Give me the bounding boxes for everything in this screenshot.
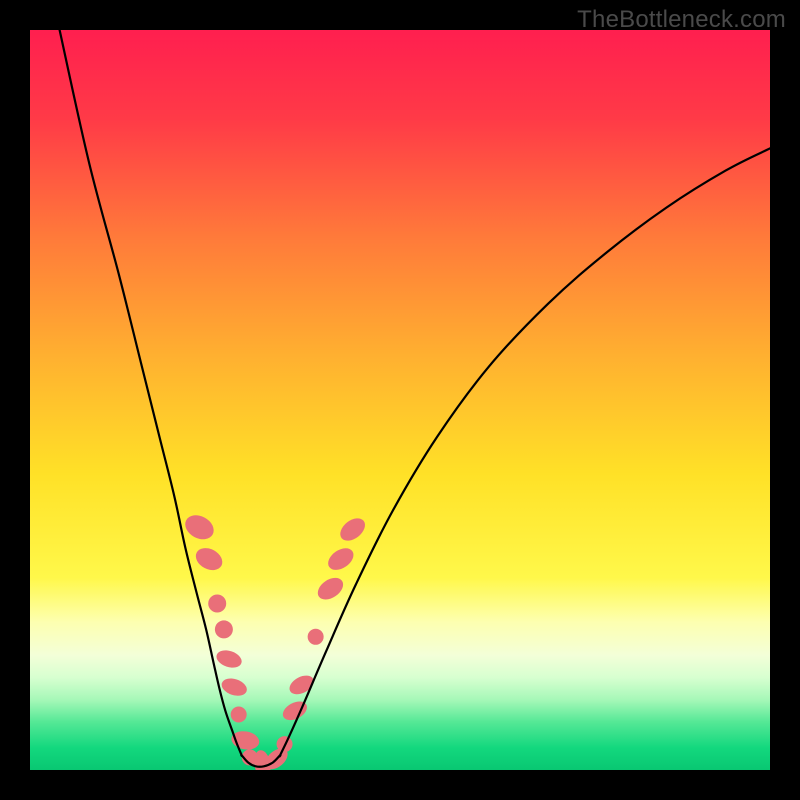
data-marker: [308, 629, 324, 645]
data-marker: [214, 647, 244, 670]
curve-layer: [30, 30, 770, 770]
data-marker: [219, 675, 249, 698]
data-marker: [181, 511, 218, 545]
data-marker: [215, 620, 233, 638]
data-marker: [314, 573, 347, 604]
bottleneck-curve: [60, 30, 770, 767]
data-marker: [192, 544, 226, 575]
data-marker: [231, 707, 247, 723]
chart-frame: TheBottleneck.com: [0, 0, 800, 800]
plot-area: [30, 30, 770, 770]
data-marker: [208, 595, 226, 613]
data-marker: [324, 544, 357, 575]
data-marker: [336, 514, 369, 545]
